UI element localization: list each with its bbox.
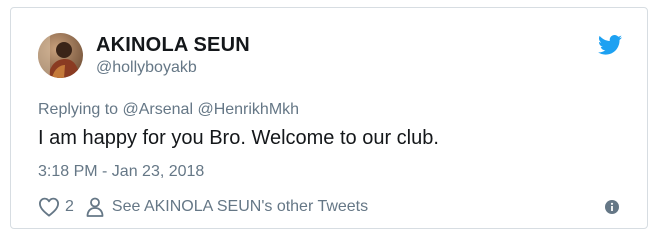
replying-to-line: Replying to @Arsenal @HenrikhMkh [38,101,299,119]
twitter-bird-icon[interactable] [598,35,622,55]
author-display-name[interactable]: AKINOLA SEUN [96,34,250,57]
tweet-timestamp[interactable]: 3:18 PM - Jan 23, 2018 [38,163,204,181]
mention-henrikhmkh[interactable]: @HenrikhMkh [197,101,299,118]
mention-arsenal[interactable]: @Arsenal [123,101,194,118]
heart-icon[interactable] [38,197,60,217]
tweet-text: I am happy for you Bro. Welcome to our c… [38,127,439,149]
replying-to-label: Replying to [38,101,119,118]
tweet-card: AKINOLA SEUN @hollyboyakb Replying to @A… [10,7,648,229]
author-handle[interactable]: @hollyboyakb [96,59,197,77]
info-icon[interactable] [605,200,619,214]
see-other-tweets-link[interactable]: See AKINOLA SEUN's other Tweets [112,198,368,216]
avatar[interactable] [38,33,83,78]
person-icon[interactable] [86,197,104,217]
action-bar: 2 See AKINOLA SEUN's other Tweets [38,195,368,219]
avatar-photo [38,33,83,78]
like-count[interactable]: 2 [65,198,74,216]
